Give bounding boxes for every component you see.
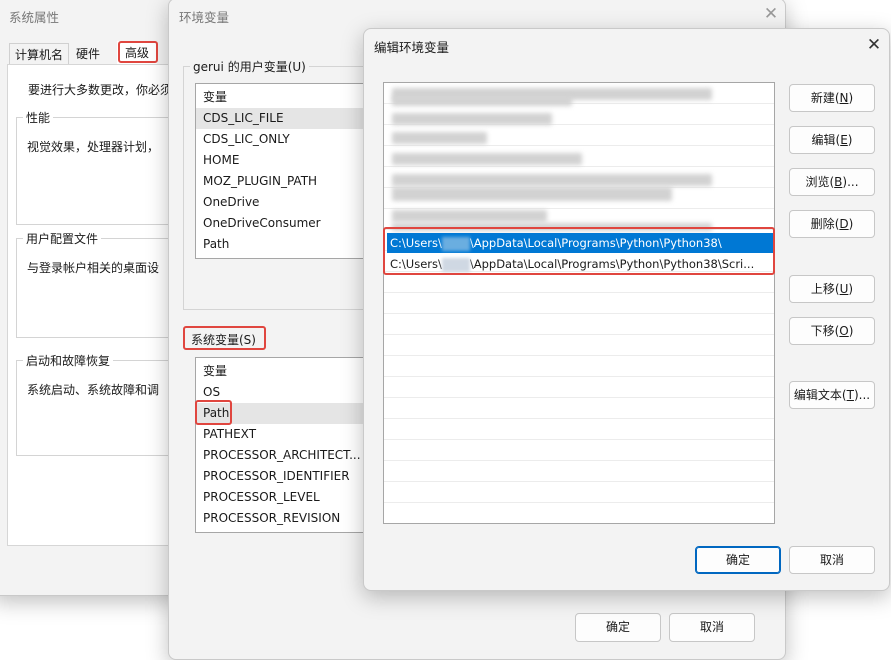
user-profile-desc: 与登录帐户相关的桌面设 [27,261,160,275]
new-button[interactable]: 新建(N) [789,84,875,112]
blurred-entry [392,223,712,231]
window-title: 系统属性 [9,10,60,25]
blurred-entry [392,113,552,125]
startup-desc: 系统启动、系统故障和调 [27,383,160,397]
list-item[interactable]: OS [196,382,366,403]
system-variables-list[interactable]: 变量 OS Path PATHEXT PROCESSOR_ARCHITECT..… [195,357,367,533]
list-item[interactable]: MOZ_PLUGIN_PATH [196,171,366,192]
list-header[interactable]: 变量 [196,87,366,108]
list-item[interactable]: PATHEXT [196,424,366,445]
path-list[interactable]: C:\Users\ \AppData\Local\Programs\Python\… [383,82,775,524]
intro-text: 要进行大多数更改，你必须 [28,83,173,97]
cancel-button[interactable]: 取消 [669,613,755,642]
path-entry-python38[interactable]: C:\Users\ \AppData\Local\Programs\Python\… [387,233,774,253]
list-item[interactable]: HOME [196,150,366,171]
delete-button[interactable]: 删除(D) [789,210,875,238]
window-title: 环境变量 [179,10,230,25]
list-item[interactable]: CDS_LIC_FILE [196,108,366,129]
edit-environment-variable-dialog: 编辑环境变量 ✕ C:\Users\ \AppData\Local\Program… [363,28,890,591]
list-item[interactable]: OneDriveConsumer [196,213,366,234]
redacted-username [441,257,470,272]
list-item[interactable]: OneDrive [196,192,366,213]
path-entry-python38-scripts[interactable]: C:\Users\ \AppData\Local\Programs\Python\… [387,254,774,274]
tab-hardware[interactable]: 硬件 [69,43,107,65]
list-item[interactable]: CDS_LIC_ONLY [196,129,366,150]
redacted-username [441,236,470,251]
cancel-button[interactable]: 取消 [789,546,875,574]
list-item[interactable]: PROCESSOR_LEVEL [196,487,366,508]
user-variables-list[interactable]: 变量 CDS_LIC_FILE CDS_LIC_ONLY HOME MOZ_PL… [195,83,367,259]
performance-desc: 视觉效果，处理器计划， [27,140,160,154]
blurred-entry [392,96,572,106]
ok-button[interactable]: 确定 [695,546,781,574]
dialog-title: 编辑环境变量 [374,40,450,55]
browse-button[interactable]: 浏览(B)... [789,168,875,196]
close-icon[interactable]: ✕ [761,4,781,24]
list-item[interactable]: Path [196,403,366,424]
blurred-entry [392,210,547,222]
list-header[interactable]: 变量 [196,361,366,382]
move-up-button[interactable]: 上移(U) [789,275,875,303]
list-item[interactable]: Path [196,234,366,255]
list-item[interactable]: PROCESSOR_IDENTIFIER [196,466,366,487]
list-item[interactable]: PROCESSOR_ARCHITECT... [196,445,366,466]
tab-computer-name[interactable]: 计算机名 [9,43,69,66]
blurred-entry [392,174,712,186]
list-item[interactable]: PROCESSOR_REVISION [196,508,366,529]
blurred-entry [392,187,672,201]
move-down-button[interactable]: 下移(O) [789,317,875,345]
edit-button[interactable]: 编辑(E) [789,126,875,154]
blurred-entry [392,153,582,165]
system-variables-label: 系统变量(S) [191,333,256,347]
close-icon[interactable]: ✕ [864,35,884,55]
edit-text-button[interactable]: 编辑文本(T)... [789,381,875,409]
blurred-entry [392,132,487,144]
ok-button[interactable]: 确定 [575,613,661,642]
tab-advanced[interactable]: 高级 [117,41,157,65]
system-properties-window: 系统属性 计算机名 硬件 高级 要进行大多数更改，你必须 性能 视觉效果，处理器… [0,0,216,596]
